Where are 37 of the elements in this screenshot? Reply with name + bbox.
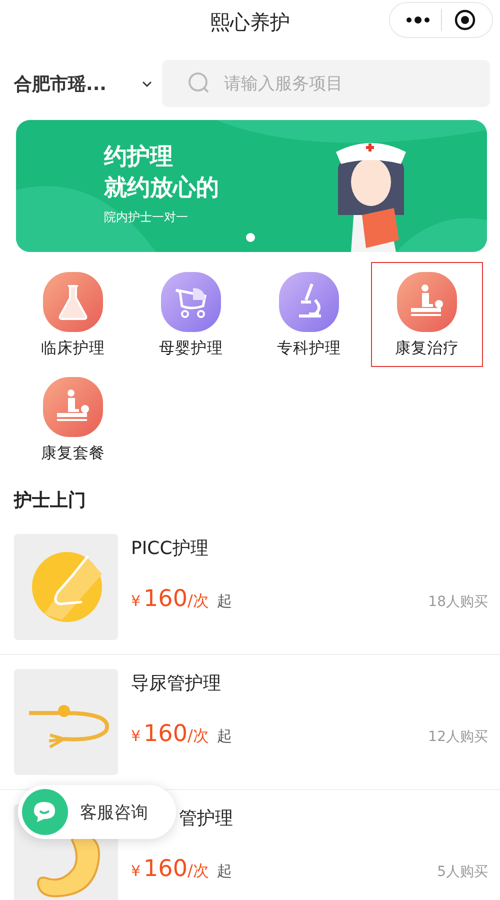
service-title: 管护理: [179, 807, 233, 830]
price: ¥160/次: [131, 586, 209, 612]
price-suffix: 起: [216, 727, 232, 746]
massage-icon: [397, 272, 457, 332]
category-item[interactable]: 母婴护理: [132, 262, 250, 367]
sold-count: 18人购买: [428, 593, 488, 611]
price-suffix: 起: [216, 862, 232, 881]
section-title: 护士上门: [12, 489, 87, 513]
search-icon: [188, 72, 210, 94]
sold-count: 5人购买: [437, 863, 488, 881]
close-icon[interactable]: [454, 9, 476, 31]
microscope-icon: [279, 272, 339, 332]
chat-icon: [22, 789, 68, 835]
stroller-icon: [161, 272, 221, 332]
more-icon[interactable]: [406, 16, 430, 24]
price-suffix: 起: [216, 592, 232, 611]
service-title: PICC护理: [131, 537, 208, 560]
category-item[interactable]: 专科护理: [250, 262, 368, 367]
location-selector[interactable]: 合肥市瑶...: [14, 72, 138, 96]
banner-headline: 约护理: [104, 143, 174, 172]
window-title: 熙心养护: [210, 8, 290, 36]
banner-subtitle: 院内护士一对一: [104, 209, 189, 226]
category-item[interactable]: 康复套餐: [14, 367, 132, 472]
customer-service-button[interactable]: 客服咨询: [18, 785, 176, 839]
price: ¥160/次: [131, 856, 209, 882]
service-item[interactable]: PICC护理 ¥160/次 起 18人购买: [0, 520, 500, 655]
caret-icon[interactable]: [142, 80, 152, 86]
category-item[interactable]: 临床护理: [14, 262, 132, 367]
service-title: 导尿管护理: [131, 672, 221, 695]
banner-headline: 就约放心的: [104, 174, 220, 203]
sold-count: 12人购买: [428, 728, 488, 746]
price: ¥160/次: [131, 721, 209, 747]
category-item[interactable]: 康复治疗: [371, 262, 483, 367]
flask-icon: [43, 272, 103, 332]
service-item[interactable]: 导尿管护理 ¥160/次 起 12人购买: [0, 655, 500, 790]
massage-icon: [43, 377, 103, 437]
search-field[interactable]: 请输入服务项目: [162, 60, 490, 107]
